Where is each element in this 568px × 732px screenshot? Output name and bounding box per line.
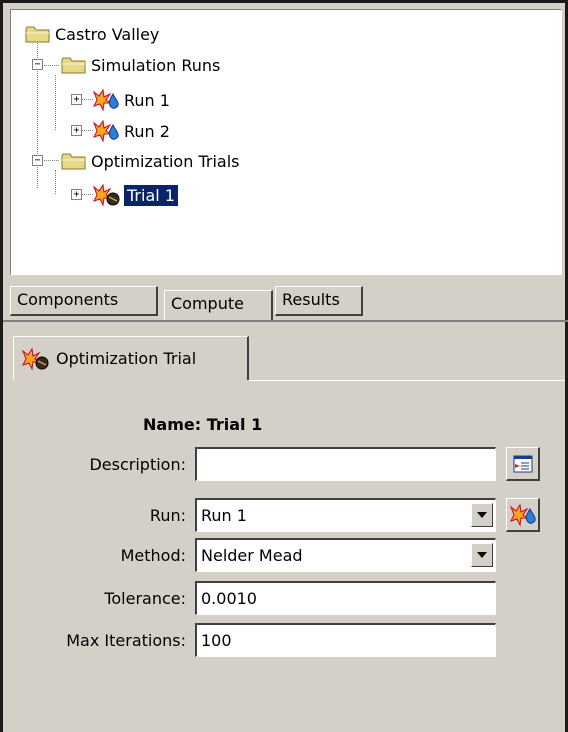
tolerance-label: Tolerance: [104,589,186,608]
tree-node-label: Optimization Trials [91,151,240,171]
simulation-run-icon [509,503,536,527]
tree-node-run[interactable]: Run 1 [91,86,170,114]
optimization-trial-icon [21,347,49,371]
description-field[interactable] [195,447,496,481]
collapse-toggle[interactable]: − [32,59,43,70]
tree-connector [55,75,56,130]
name-label: Name: [143,415,202,434]
tree-connector [55,170,56,194]
folder-icon [61,57,86,74]
folder-icon [25,26,50,43]
tab-results[interactable]: Results [275,286,363,316]
tree-connector [41,160,59,161]
run-select[interactable]: Run 1 [195,498,496,532]
tree-node-root[interactable]: Castro Valley [25,20,159,48]
method-dropdown-button[interactable] [471,543,493,567]
tab-optimization-trial[interactable]: Optimization Trial [13,336,249,380]
optimization-trial-icon [92,183,120,207]
method-select[interactable]: Nelder Mead [195,538,496,572]
trial-name: Name: Trial 1 [143,415,262,434]
tab-label: Optimization Trial [56,349,197,368]
description-editor-button[interactable] [506,447,540,481]
description-label: Description: [89,455,186,474]
tree-node-label: Run 2 [124,121,170,141]
divider [3,320,568,322]
max-iterations-field[interactable]: 100 [195,623,496,657]
description-editor-icon [513,455,532,472]
tree-node-label: Simulation Runs [91,55,221,75]
name-value: Trial 1 [206,415,263,434]
simulation-run-icon [92,88,119,112]
collapse-toggle[interactable]: − [32,155,43,166]
expand-toggle[interactable]: + [71,94,82,105]
tab-components[interactable]: Components [10,286,158,316]
simulation-run-icon [92,119,119,143]
max-iterations-label: Max Iterations: [66,631,186,650]
explorer-tabs: Components Compute Results [10,286,562,320]
tree-node-optimization-trials[interactable]: Optimization Trials [61,147,239,175]
expand-toggle[interactable]: + [71,189,82,200]
run-shortcut-button[interactable] [506,498,540,532]
method-label: Method: [120,546,186,565]
chevron-down-icon [477,552,487,558]
tree-node-label: Run 1 [124,90,170,110]
run-label: Run: [149,506,186,525]
tree-node-label-selected: Trial 1 [124,184,178,206]
divider [249,380,565,381]
chevron-down-icon [477,512,487,518]
tree-connector [41,65,59,66]
folder-icon [61,153,86,170]
tab-compute[interactable]: Compute [164,290,273,320]
run-dropdown-button[interactable] [471,503,493,527]
expand-toggle[interactable]: + [71,125,82,136]
tree-node-trial[interactable]: Trial 1 [91,181,178,209]
window-frame: Castro Valley − Simulation Runs + Run 1 … [0,0,568,732]
tolerance-field[interactable]: 0.0010 [195,581,496,615]
tree-node-label: Castro Valley [55,24,160,44]
watershed-explorer-tree[interactable]: Castro Valley − Simulation Runs + Run 1 … [10,9,562,275]
tree-node-run[interactable]: Run 2 [91,117,170,145]
tree-node-simulation-runs[interactable]: Simulation Runs [61,51,220,79]
